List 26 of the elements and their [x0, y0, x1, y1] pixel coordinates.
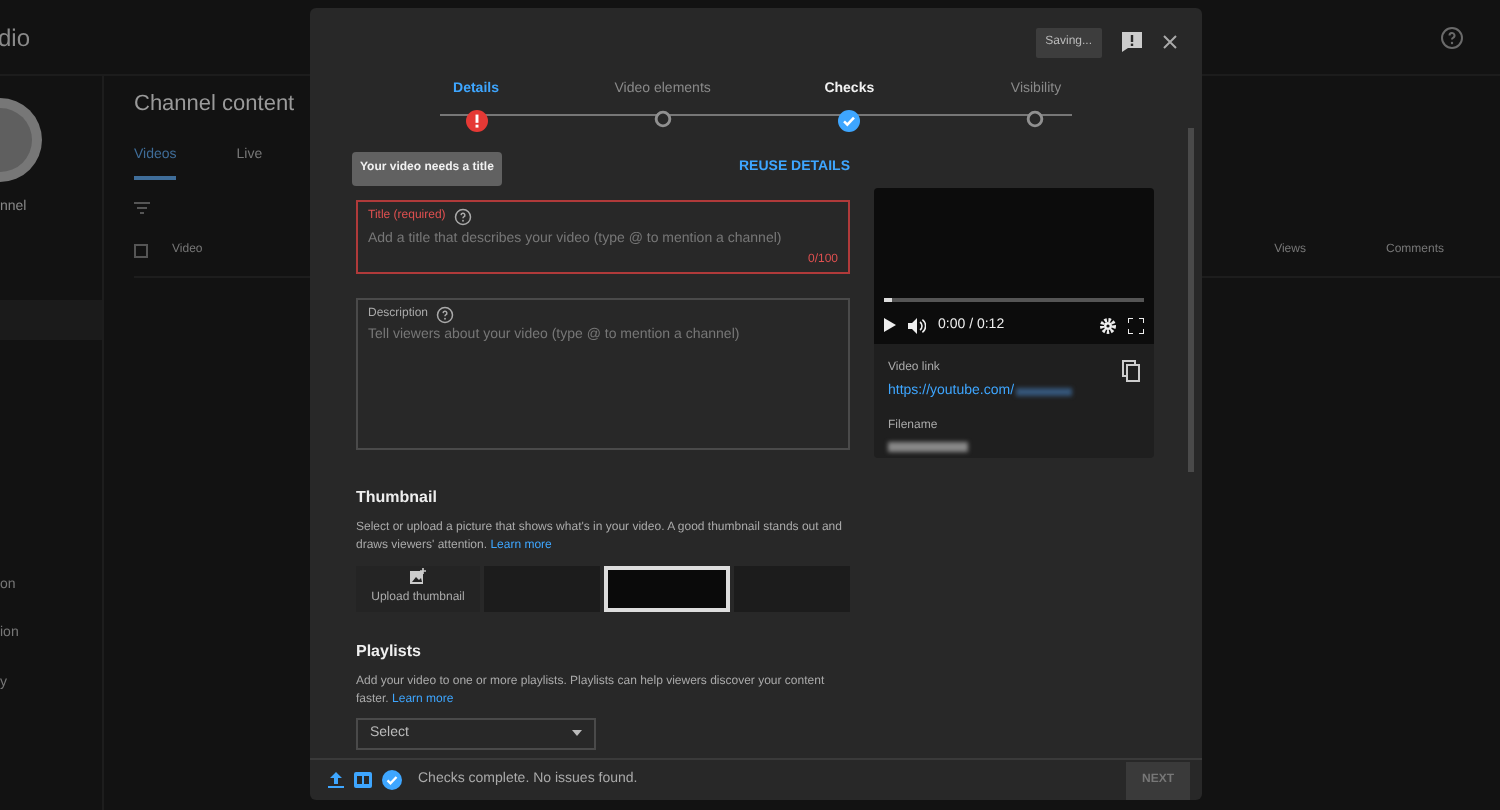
- upload-icon: [328, 772, 344, 788]
- play-icon[interactable]: [884, 318, 896, 333]
- add-image-icon: [410, 568, 426, 585]
- settings-icon[interactable]: [1100, 317, 1116, 334]
- feedback-icon[interactable]: [1122, 32, 1142, 52]
- close-icon[interactable]: [1162, 34, 1178, 50]
- volume-icon[interactable]: [908, 317, 926, 334]
- channel-avatar: [0, 92, 48, 188]
- thumbnail-option[interactable]: [484, 566, 601, 612]
- help-icon[interactable]: [453, 208, 472, 226]
- check-icon: [382, 770, 402, 790]
- blurred-link-id: [1016, 388, 1073, 397]
- blurred-filename: [888, 441, 968, 451]
- thumbnail-option[interactable]: [733, 566, 850, 612]
- page-title: Channel content: [134, 90, 295, 120]
- fullscreen-icon[interactable]: [1128, 317, 1144, 334]
- section-heading: Thumbnail: [356, 486, 439, 510]
- help-icon[interactable]: [436, 306, 455, 324]
- select-all-checkbox[interactable]: [134, 244, 148, 258]
- thumbnail-option[interactable]: [604, 566, 730, 612]
- section-heading: Playlists: [356, 639, 423, 664]
- copy-icon[interactable]: [1122, 360, 1140, 382]
- dropdown-caret-icon: [572, 730, 582, 737]
- filter-icon[interactable]: [134, 202, 150, 214]
- help-icon[interactable]: [1440, 25, 1464, 49]
- scrollbar-thumb[interactable]: [1188, 128, 1194, 472]
